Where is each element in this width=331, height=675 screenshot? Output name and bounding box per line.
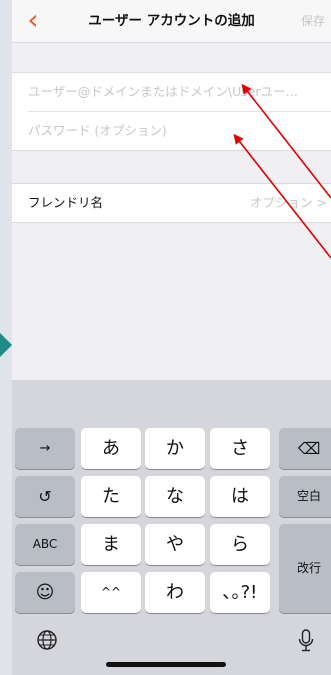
undo-icon[interactable]: ↺ [15, 476, 75, 517]
friendly-name-label: フレンドリ名 [28, 195, 104, 210]
key-punctuation[interactable]: ､｡?! [210, 572, 270, 613]
chevron-right-icon: > [316, 195, 327, 210]
backspace-icon[interactable]: ⌫ [279, 428, 331, 469]
keyboard: → あ か さ ⌫ ↺ た な は 空白 ABC ま や ら 改行 ☺ ^^ わ… [12, 380, 331, 675]
key-kaomoji[interactable]: ^^ [81, 572, 141, 613]
key-ka[interactable]: か [145, 428, 205, 469]
key-ra[interactable]: ら [210, 524, 270, 565]
friendly-name-value: オプション > [250, 184, 327, 222]
phone-screen: ‹ ユーザー アカウントの追加 保存 ユーザー@ドメインまたはドメイン\User… [12, 0, 331, 675]
key-na[interactable]: な [145, 476, 205, 517]
space-key[interactable]: 空白 [279, 476, 331, 517]
key-ya[interactable]: や [145, 524, 205, 565]
save-button[interactable]: 保存 [301, 0, 325, 42]
microphone-icon[interactable] [291, 629, 321, 659]
key-ha[interactable]: は [210, 476, 270, 517]
key-a[interactable]: あ [81, 428, 141, 469]
key-ta[interactable]: た [81, 476, 141, 517]
return-key[interactable]: 改行 [279, 524, 331, 613]
key-arrow[interactable]: → [15, 428, 75, 469]
user-input[interactable]: ユーザー@ドメインまたはドメイン\Userユー… [12, 73, 331, 111]
emoji-icon[interactable]: ☺ [15, 572, 75, 613]
friendly-name-group: フレンドリ名 オプション > [12, 183, 331, 223]
friendly-name-placeholder: オプション [250, 195, 313, 210]
user-input-placeholder: ユーザー@ドメインまたはドメイン\Userユー… [28, 84, 298, 99]
abc-key[interactable]: ABC [15, 524, 75, 565]
microphone-icon-graphic [298, 629, 314, 652]
credentials-group: ユーザー@ドメインまたはドメイン\Userユー… パスワード (オプション) [12, 72, 331, 151]
page-title: ユーザー アカウントの追加 [88, 13, 255, 29]
password-input-placeholder: パスワード (オプション) [28, 123, 167, 138]
teal-marker [0, 333, 12, 357]
globe-icon-graphic [37, 630, 57, 650]
home-indicator [106, 662, 226, 667]
key-ma[interactable]: ま [81, 524, 141, 565]
key-sa[interactable]: さ [210, 428, 270, 469]
globe-icon[interactable] [32, 629, 62, 659]
friendly-name-row[interactable]: フレンドリ名 オプション > [12, 184, 331, 222]
navigation-bar: ‹ ユーザー アカウントの追加 保存 [12, 0, 331, 43]
password-input[interactable]: パスワード (オプション) [28, 111, 331, 150]
key-wa[interactable]: わ [145, 572, 205, 613]
